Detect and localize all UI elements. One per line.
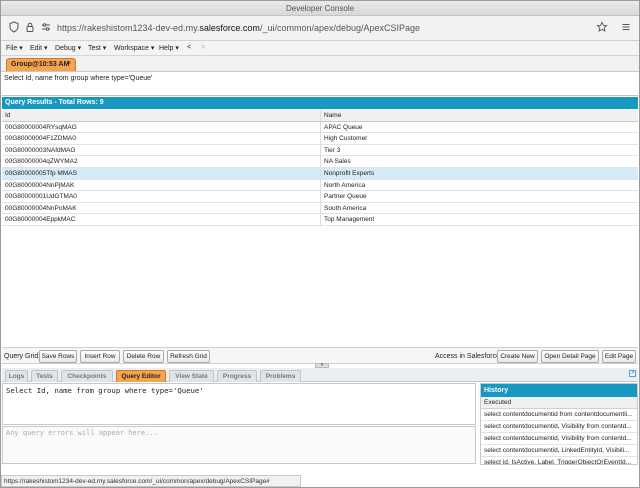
star-icon[interactable] (595, 21, 609, 35)
column-header-name[interactable]: Name (324, 112, 341, 119)
history-item[interactable]: select id, IsActive, Label, TriggerObjec… (481, 457, 637, 464)
cell-name[interactable]: Partner Queue (324, 193, 367, 200)
file-tab-group[interactable]: Group@10:53 AM × (6, 58, 76, 71)
cell-name[interactable]: Tier 3 (324, 147, 340, 154)
query-display: Select Id, name from group where type='Q… (2, 72, 638, 96)
lock-icon[interactable] (23, 21, 37, 35)
edit-page-button[interactable]: Edit Page (602, 350, 636, 363)
developer-console-window: Developer Console https://rakeshistom123… (0, 0, 640, 488)
console-menu-bar: File ▾ Edit ▾ Debug ▾ Test ▾ Workspace ▾… (1, 41, 639, 56)
table-row[interactable]: 00G80000005Tfp MMAS Nonprofit Experts (2, 167, 638, 180)
menu-test[interactable]: Test ▾ (88, 44, 106, 52)
site-settings-icon[interactable] (39, 21, 53, 35)
cell-id[interactable]: 00G80000004F1ZDMA0 (5, 135, 76, 142)
file-tab-label: Group@10:53 AM (11, 61, 70, 68)
cell-id[interactable]: 00G80000004EppkMAC (5, 216, 75, 223)
cell-name[interactable]: Nonprofit Experts (324, 170, 374, 177)
menu-file[interactable]: File ▾ (6, 44, 23, 52)
cell-id[interactable]: 00G80000004NnPjMAK (5, 182, 74, 189)
tab-progress[interactable]: Progress (217, 370, 257, 382)
cell-name[interactable]: High Customer (324, 135, 367, 142)
cell-name[interactable]: Top Management (324, 216, 374, 223)
cell-name[interactable]: South America (324, 205, 366, 212)
history-item[interactable]: select contentdocumentid, Visibility fro… (481, 433, 637, 445)
cell-id[interactable]: 00G80000003NAfdMAG (5, 147, 75, 154)
cell-id[interactable]: 00G80000005Tfp MMAS (5, 170, 77, 177)
tab-checkpoints[interactable]: Checkpoints (61, 370, 113, 382)
open-detail-page-button[interactable]: Open Detail Page (541, 350, 599, 363)
url-prefix: https://rakeshistom1234-dev-ed.my. (57, 23, 200, 33)
menu-icon[interactable] (619, 21, 633, 35)
cell-id[interactable]: 00G80000004NnPoMAK (5, 205, 77, 212)
query-errors-area: Any query errors will appear here... (2, 426, 476, 464)
menu-debug[interactable]: Debug ▾ (55, 44, 81, 52)
cell-name[interactable]: NA Sales (324, 158, 351, 165)
table-row[interactable]: 00G80000004qZWYMA2 NA Sales (2, 156, 638, 168)
history-panel: History Executed select contentdocumenti… (480, 383, 638, 465)
browser-status-bar: https://rakeshistom1234-dev-ed.my.salesf… (1, 475, 301, 487)
save-rows-button[interactable]: Save Rows (39, 350, 77, 363)
menu-edit[interactable]: Edit ▾ (30, 44, 48, 52)
access-in-salesforce-label: Access in Salesforce: (435, 353, 502, 360)
tab-tests[interactable]: Tests (31, 370, 58, 382)
history-item[interactable]: select contentdocumentid, LinkedEntityId… (481, 445, 637, 457)
table-row[interactable]: 00G80000004NnPoMAK South America (2, 202, 638, 215)
history-item[interactable]: select contentdocumentid from contentdoc… (481, 409, 637, 421)
table-row[interactable]: 00G80000004EppkMAC Top Management (2, 214, 638, 226)
create-new-button[interactable]: Create New (497, 350, 538, 363)
shield-icon[interactable] (7, 21, 21, 35)
menu-help[interactable]: Help ▾ (159, 44, 179, 52)
url-path: /_ui/common/apex/debug/ApexCSIPage (259, 23, 421, 33)
menu-workspace[interactable]: Workspace ▾ (114, 44, 154, 52)
url-domain: salesforce.com (199, 23, 260, 33)
nav-forward-button[interactable]: > (201, 44, 205, 51)
nav-back-button[interactable]: < (187, 44, 191, 51)
column-header-id[interactable]: Id (5, 112, 10, 119)
cell-id[interactable]: 00G80000004qZWYMA2 (5, 158, 78, 165)
cell-id[interactable]: 00G80000001UdGTMA0 (5, 193, 77, 200)
results-grid: Id Name 00G80000004RYsqMAG APAC Queue 00G8… (2, 110, 638, 226)
browser-url-bar: https://rakeshistom1234-dev-ed.my.salesf… (1, 16, 639, 41)
cell-name[interactable]: APAC Queue (324, 124, 363, 131)
address-bar[interactable]: https://rakeshistom1234-dev-ed.my.salesf… (57, 23, 420, 33)
tab-view-state[interactable]: View State (169, 370, 214, 382)
table-row[interactable]: 00G80000003NAfdMAG Tier 3 (2, 144, 638, 157)
history-title: History (481, 384, 637, 397)
expand-panel-icon[interactable]: ↗ (629, 370, 636, 377)
table-row[interactable]: 00G80000001UdGTMA0 Partner Queue (2, 191, 638, 203)
close-icon[interactable]: × (67, 60, 71, 67)
query-grid-toolbar: Query Grid: Save Rows Insert Row Delete … (2, 347, 638, 364)
tab-logs[interactable]: Logs (5, 370, 28, 382)
cell-name[interactable]: North America (324, 182, 365, 189)
tab-query-editor[interactable]: Query Editor (116, 370, 166, 382)
tab-problems[interactable]: Problems (260, 370, 301, 382)
delete-row-button[interactable]: Delete Row (123, 350, 164, 363)
window-title: Developer Console (1, 1, 639, 16)
results-header: Query Results - Total Rows: 9 (2, 97, 638, 109)
grid-header-row: Id Name (2, 110, 638, 122)
query-grid-label: Query Grid: (4, 353, 41, 360)
table-row[interactable]: 00G80000004RYsqMAG APAC Queue (2, 121, 638, 134)
refresh-grid-button[interactable]: Refresh Grid (167, 350, 210, 363)
cell-id[interactable]: 00G80000004RYsqMAG (5, 124, 77, 131)
insert-row-button[interactable]: Insert Row (80, 350, 120, 363)
file-tab-strip: Group@10:53 AM × (1, 56, 639, 72)
table-row[interactable]: 00G80000004F1ZDMA0 High Customer (2, 133, 638, 145)
history-item[interactable]: select contentdocumentid, Visibility fro… (481, 421, 637, 433)
table-row[interactable]: 00G80000004NnPjMAK North America (2, 179, 638, 192)
query-editor-input[interactable]: Select Id, name from group where type='Q… (2, 383, 476, 425)
history-executed-header[interactable]: Executed (481, 397, 637, 409)
panel-tabs: Logs Tests Checkpoints Query Editor View… (2, 368, 638, 382)
